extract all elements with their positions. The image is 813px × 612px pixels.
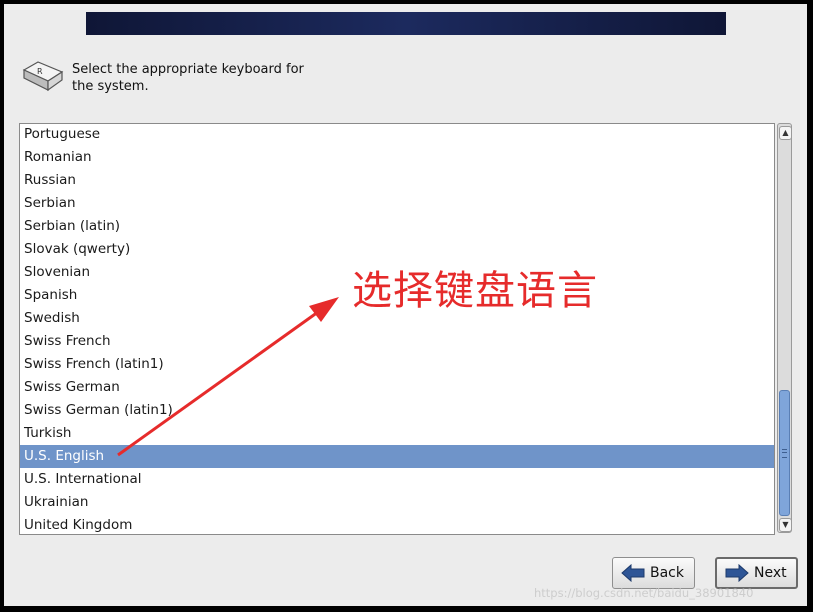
list-item[interactable]: Swiss German (latin1) <box>20 399 774 422</box>
list-item[interactable]: Romanian <box>20 146 774 169</box>
list-item[interactable]: Portuguese <box>20 124 774 146</box>
scroll-down-button[interactable]: ▼ <box>779 518 792 532</box>
back-arrow-icon <box>621 564 645 582</box>
back-button-label: Back <box>650 565 684 581</box>
next-arrow-icon <box>725 564 749 582</box>
next-button[interactable]: Next <box>715 557 798 589</box>
instruction-text: Select the appropriate keyboard for the … <box>72 62 304 94</box>
watermark: https://blog.csdn.net/baidu_38901840 <box>534 586 754 600</box>
list-item[interactable]: Swiss French <box>20 330 774 353</box>
list-item[interactable]: Serbian (latin) <box>20 215 774 238</box>
grip-icon <box>782 449 787 458</box>
next-button-label: Next <box>754 565 787 581</box>
list-item[interactable]: United Kingdom <box>20 514 774 534</box>
list-item[interactable]: Swiss German <box>20 376 774 399</box>
list-item[interactable]: Serbian <box>20 192 774 215</box>
list-item[interactable]: Ukrainian <box>20 491 774 514</box>
keyboard-key-icon: R <box>22 61 64 92</box>
list-item[interactable]: Swiss French (latin1) <box>20 353 774 376</box>
header-banner <box>86 12 726 35</box>
list-item[interactable]: Turkish <box>20 422 774 445</box>
svg-text:R: R <box>37 67 43 76</box>
list-item[interactable]: U.S. English <box>20 445 774 468</box>
vertical-scrollbar[interactable]: ▲ ▼ <box>777 123 792 533</box>
keyboard-listbox[interactable]: Portuguese Romanian Russian Serbian Serbian … <box>19 123 775 535</box>
scroll-up-button[interactable]: ▲ <box>779 126 792 140</box>
list-item[interactable]: U.S. International <box>20 468 774 491</box>
list-item[interactable]: Russian <box>20 169 774 192</box>
back-button[interactable]: Back <box>612 557 695 589</box>
annotation-label: 选择键盘语言 <box>352 268 598 314</box>
scrollbar-thumb[interactable] <box>779 390 790 516</box>
